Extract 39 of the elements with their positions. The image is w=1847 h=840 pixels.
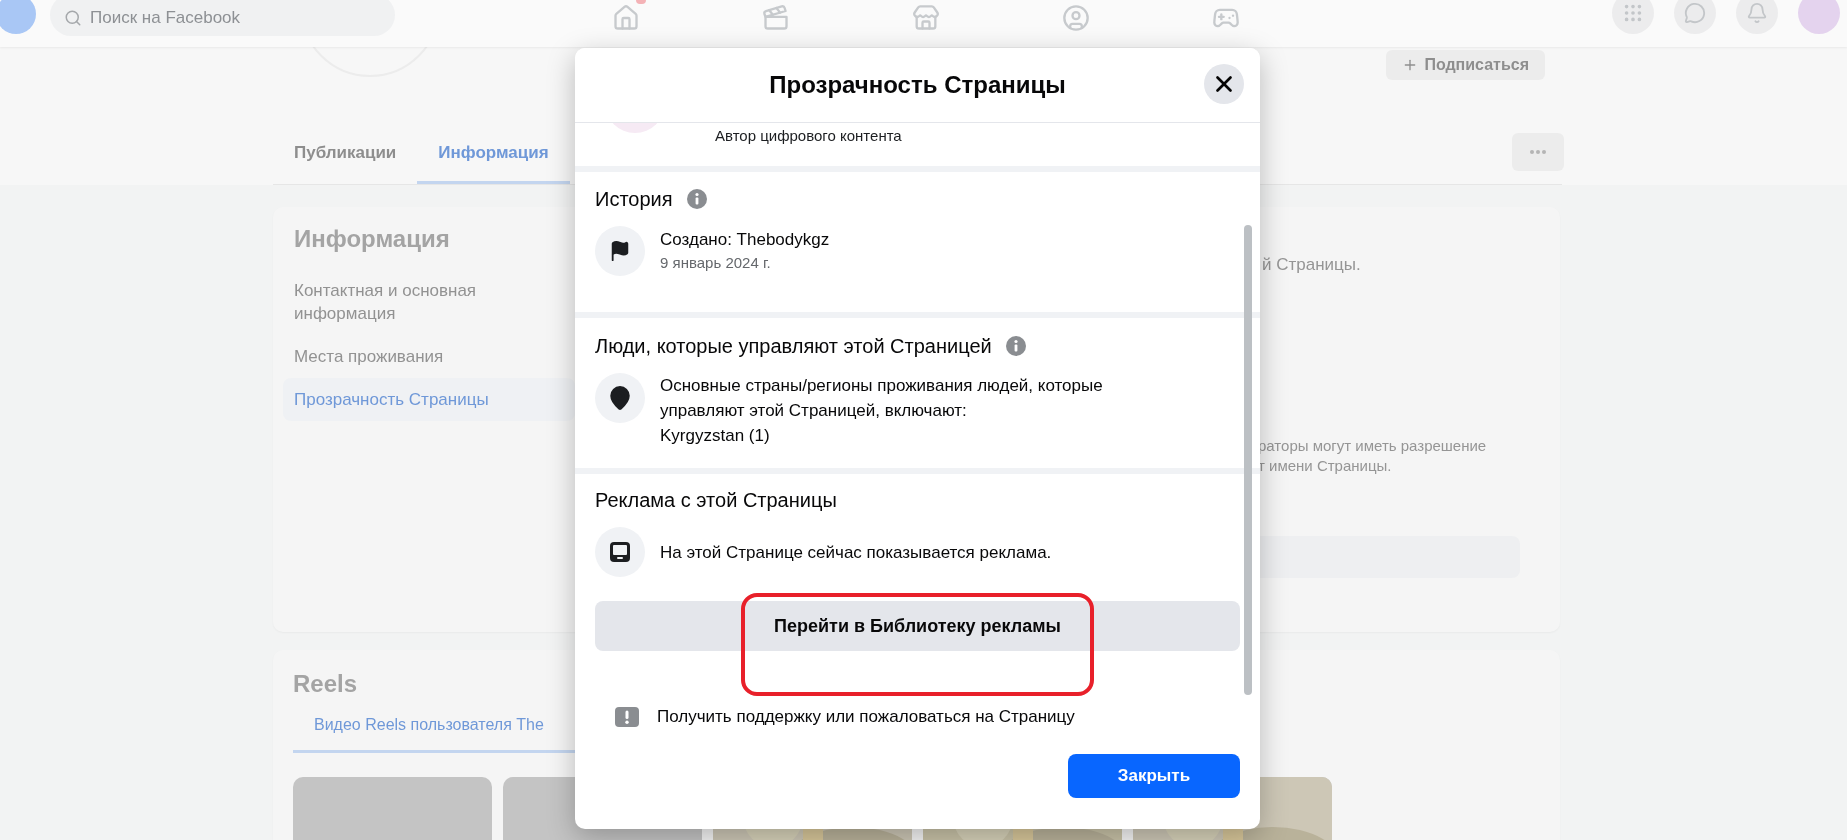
info-icon[interactable] bbox=[1005, 336, 1026, 356]
search-field[interactable]: Поиск на Facebook bbox=[50, 0, 395, 36]
more-icon bbox=[1530, 150, 1546, 154]
row-text: управляют этой Страницей, включают: bbox=[660, 400, 968, 422]
row-text: Создано: Thebodykgz bbox=[660, 229, 830, 251]
profile-tab[interactable]: Публикации bbox=[273, 125, 418, 184]
messenger-icon[interactable] bbox=[1674, 0, 1716, 34]
row-text: Основные страны/регионы проживания людей, которые bbox=[660, 375, 1103, 397]
row-text: На этой Странице сейчас показывается реклама. bbox=[660, 541, 1052, 564]
section-title: Реклама с этой Страницы bbox=[595, 490, 837, 510]
pin-icon bbox=[607, 385, 633, 411]
menu-item[interactable]: Места проживания bbox=[283, 335, 575, 378]
dialog-title: Прозрачность Страницы bbox=[769, 71, 1066, 99]
close-button[interactable]: Закрыть bbox=[1068, 754, 1240, 798]
menu-item[interactable]: Прозрачность Страницы bbox=[283, 378, 575, 421]
avatar[interactable] bbox=[1798, 0, 1840, 34]
info-icon[interactable] bbox=[686, 189, 707, 209]
profile-tab[interactable]: Информация bbox=[417, 125, 570, 184]
card-title: Информация bbox=[294, 225, 450, 253]
bell-icon[interactable] bbox=[1736, 0, 1778, 34]
ad-library-button[interactable]: Перейти в Библиотеку рекламы bbox=[595, 601, 1240, 651]
section-title: Люди, которые управляют этой Страницей bbox=[595, 336, 992, 356]
text-fragment: й Страницы. bbox=[1262, 255, 1362, 275]
alert-icon bbox=[615, 707, 639, 727]
more-button[interactable] bbox=[1512, 133, 1564, 171]
row-text: Kyrgyzstan (1) bbox=[660, 425, 771, 447]
menu-item[interactable]: Контактная и основная информация bbox=[283, 269, 575, 335]
section-title: История bbox=[595, 189, 673, 209]
follow-button[interactable]: Подписаться bbox=[1386, 50, 1545, 80]
search-icon bbox=[64, 9, 82, 27]
flag-icon bbox=[609, 240, 631, 262]
logo[interactable] bbox=[0, 0, 36, 34]
menu-icon[interactable] bbox=[1612, 0, 1654, 34]
screen-icon bbox=[608, 540, 632, 564]
close-button[interactable] bbox=[1204, 64, 1244, 104]
page-category: Автор цифрового контента bbox=[715, 126, 902, 146]
card-title: Reels bbox=[293, 670, 358, 698]
scrollbar[interactable] bbox=[1244, 225, 1252, 695]
row-date: 9 январь 2024 г. bbox=[660, 253, 772, 273]
